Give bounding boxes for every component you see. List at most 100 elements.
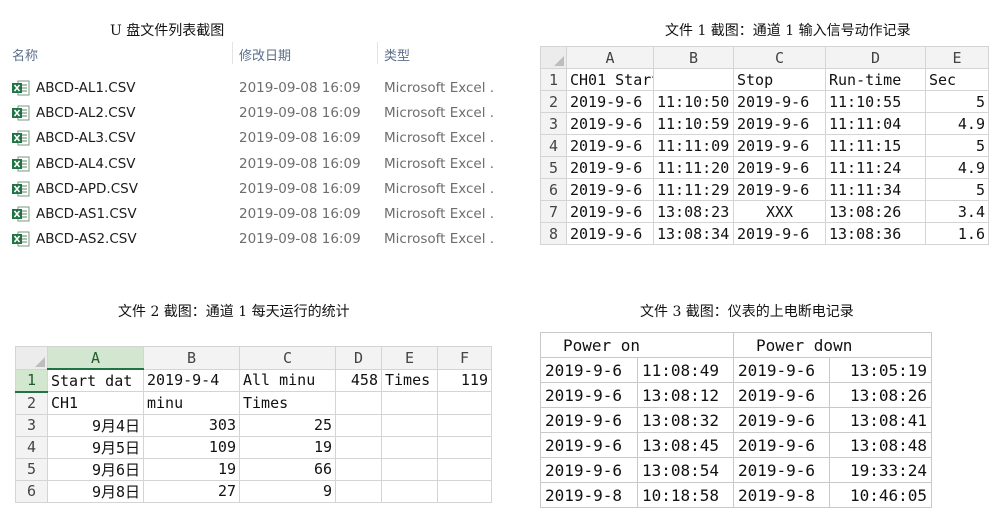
column-divider[interactable]: [377, 42, 378, 64]
cell[interactable]: 2019-9-6: [566, 156, 654, 179]
column-header-d[interactable]: D: [335, 346, 382, 370]
row-header[interactable]: 5: [540, 156, 567, 179]
cell[interactable]: 9月5日: [47, 435, 144, 459]
column-header-date[interactable]: 修改日期: [239, 45, 291, 64]
cell[interactable]: [381, 435, 438, 459]
row-header[interactable]: 6: [540, 178, 567, 201]
cell[interactable]: Sec: [925, 68, 989, 91]
row-header[interactable]: 8: [540, 222, 567, 245]
column-header-c[interactable]: C: [239, 346, 336, 370]
cell[interactable]: [335, 391, 382, 415]
row-header[interactable]: 2: [15, 391, 48, 415]
cell[interactable]: 11:11:34: [825, 178, 926, 201]
cell[interactable]: 2019-9-6: [733, 156, 826, 179]
cell[interactable]: [437, 457, 492, 481]
cell[interactable]: 11:11:20: [653, 156, 734, 179]
cell[interactable]: 2019-9-6: [733, 222, 826, 245]
cell[interactable]: 119: [437, 368, 492, 392]
cell[interactable]: [653, 68, 734, 91]
file-row[interactable]: ABCD-AS2.CSV 2019-09-08 16:09 Microsoft Ex…: [10, 227, 530, 252]
cell[interactable]: 3.4: [925, 200, 989, 223]
column-header-d[interactable]: D: [825, 46, 926, 69]
row-header[interactable]: 2: [540, 90, 567, 113]
row-header[interactable]: 6: [15, 479, 48, 503]
cell[interactable]: 11:10:55: [825, 90, 926, 113]
cell[interactable]: [381, 391, 438, 415]
row-header[interactable]: 3: [15, 413, 48, 437]
file-row[interactable]: ABCD-APD.CSV 2019-09-08 16:09 Microsoft Ex…: [10, 177, 530, 202]
cell[interactable]: 11:10:59: [653, 112, 734, 135]
column-header-a[interactable]: A: [47, 346, 144, 370]
cell[interactable]: 9: [239, 479, 336, 503]
cell[interactable]: Stop: [733, 68, 826, 91]
cell[interactable]: 13:08:26: [825, 200, 926, 223]
cell[interactable]: Run-time: [825, 68, 926, 91]
cell[interactable]: [381, 457, 438, 481]
column-header-b[interactable]: B: [653, 46, 734, 69]
cell[interactable]: 2019-9-6: [566, 134, 654, 157]
row-header[interactable]: 3: [540, 112, 567, 135]
cell[interactable]: 11:10:50: [653, 90, 734, 113]
cell[interactable]: 27: [143, 479, 240, 503]
cell[interactable]: 9月4日: [47, 413, 144, 437]
row-header[interactable]: 1: [15, 368, 48, 393]
cell[interactable]: Start dat: [47, 368, 144, 392]
row-header[interactable]: 5: [15, 457, 48, 481]
cell[interactable]: 13:08:23: [653, 200, 734, 223]
cell[interactable]: minu: [143, 391, 240, 415]
cell[interactable]: [381, 479, 438, 503]
cell[interactable]: [437, 391, 492, 415]
column-header-f[interactable]: F: [437, 346, 492, 370]
cell[interactable]: 1.6: [925, 222, 989, 245]
cell[interactable]: 2019-9-6: [566, 178, 654, 201]
cell[interactable]: [335, 413, 382, 437]
cell[interactable]: 66: [239, 457, 336, 481]
cell[interactable]: 2019-9-6: [566, 90, 654, 113]
cell[interactable]: 5: [925, 178, 989, 201]
cell[interactable]: 4.9: [925, 112, 989, 135]
cell[interactable]: 11:11:04: [825, 112, 926, 135]
cell[interactable]: 2019-9-6: [566, 222, 654, 245]
column-header-a[interactable]: A: [566, 46, 654, 69]
cell[interactable]: [437, 435, 492, 459]
cell[interactable]: 19: [239, 435, 336, 459]
cell[interactable]: [437, 413, 492, 437]
cell[interactable]: 19: [143, 457, 240, 481]
cell[interactable]: 2019-9-4: [143, 368, 240, 392]
cell[interactable]: Times: [239, 391, 336, 415]
cell[interactable]: 13:08:36: [825, 222, 926, 245]
file-row[interactable]: ABCD-AL4.CSV 2019-09-08 16:09 Microsoft Ex…: [10, 152, 530, 177]
cell[interactable]: 2019-9-6: [733, 134, 826, 157]
row-header[interactable]: 4: [540, 134, 567, 157]
cell[interactable]: 2019-9-6: [733, 90, 826, 113]
file-row[interactable]: ABCD-AS1.CSV 2019-09-08 16:09 Microsoft Ex…: [10, 202, 530, 227]
cell[interactable]: [335, 457, 382, 481]
cell[interactable]: 11:11:09: [653, 134, 734, 157]
cell[interactable]: 9月6日: [47, 457, 144, 481]
cell[interactable]: 11:11:15: [825, 134, 926, 157]
cell[interactable]: Times: [381, 368, 438, 392]
row-header[interactable]: 7: [540, 200, 567, 223]
column-header-name[interactable]: 名称: [12, 45, 38, 64]
column-header-e[interactable]: E: [381, 346, 438, 370]
cell[interactable]: 2019-9-6: [733, 178, 826, 201]
cell[interactable]: 303: [143, 413, 240, 437]
cell[interactable]: [335, 435, 382, 459]
cell[interactable]: 9月8日: [47, 479, 144, 503]
cell[interactable]: 11:11:24: [825, 156, 926, 179]
file-row[interactable]: ABCD-AL2.CSV 2019-09-08 16:09 Microsoft Ex…: [10, 101, 530, 126]
cell[interactable]: 25: [239, 413, 336, 437]
cell[interactable]: XXX: [733, 200, 826, 223]
cell[interactable]: [437, 479, 492, 503]
cell[interactable]: 13:08:34: [653, 222, 734, 245]
cell[interactable]: 11:11:29: [653, 178, 734, 201]
file-row[interactable]: ABCD-AL1.CSV 2019-09-08 16:09 Microsoft Ex…: [10, 76, 530, 101]
cell[interactable]: 5: [925, 90, 989, 113]
cell[interactable]: CH1: [47, 391, 144, 415]
column-header-c[interactable]: C: [733, 46, 826, 69]
select-all-corner[interactable]: [540, 46, 567, 69]
column-divider[interactable]: [232, 42, 233, 64]
cell[interactable]: 2019-9-6: [566, 112, 654, 135]
select-all-corner[interactable]: [15, 346, 48, 370]
cell[interactable]: All minu: [239, 368, 336, 392]
